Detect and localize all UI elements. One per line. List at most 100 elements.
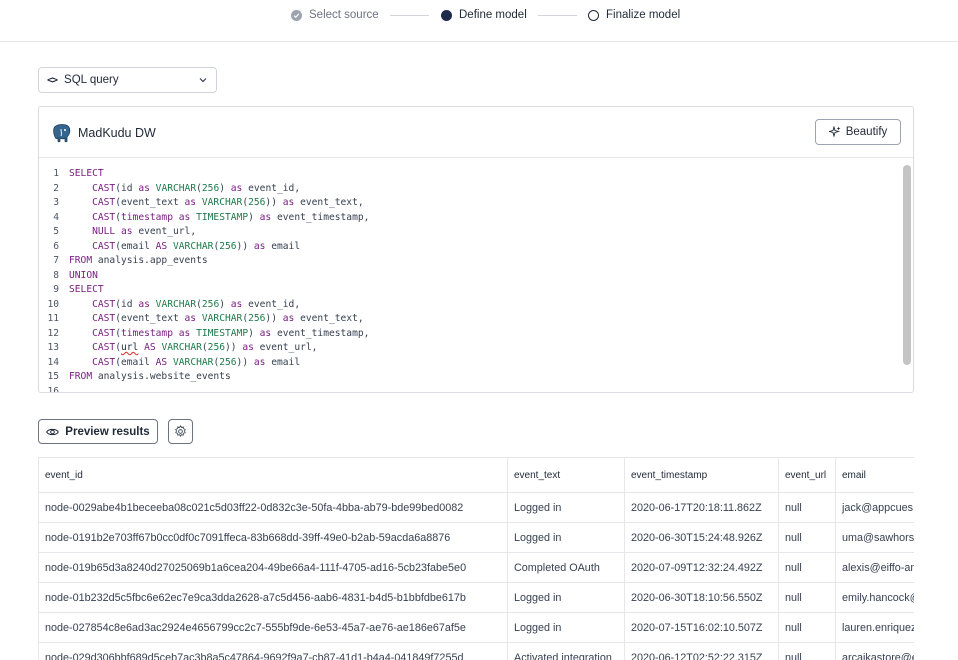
beautify-label: Beautify <box>845 126 888 138</box>
code-line[interactable]: 9 SELECT <box>39 283 901 298</box>
table-row: node-01b232d5c5fbc6e62ec7e9ca3dda2628-a7… <box>38 582 914 613</box>
preview-results-button[interactable]: Preview results <box>38 419 158 444</box>
code-token: TIMESTAMP <box>196 327 249 339</box>
code-token: (event_text <box>115 197 185 208</box>
query-mode-select[interactable]: <> SQL query <box>38 67 217 93</box>
code-content: CAST(id as VARCHAR(256) as event_id, <box>69 182 300 197</box>
code-content: CAST(url AS VARCHAR(256)) as event_url, <box>69 341 317 356</box>
code-token: VARCHAR <box>201 313 243 324</box>
code-content: CAST(event_text as VARCHAR(256)) as even… <box>69 196 364 211</box>
code-line[interactable]: 6 CAST(email AS VARCHAR(256)) as email <box>39 240 901 255</box>
chevron-down-icon <box>199 78 207 83</box>
code-token: 256 <box>219 240 237 252</box>
code-line[interactable]: 11 CAST(event_text as VARCHAR(256)) as e… <box>39 312 901 327</box>
results-table-container[interactable]: event_id event_text event_timestamp even… <box>38 457 914 660</box>
line-number: 2 <box>53 182 59 194</box>
step-finalize-model[interactable]: Finalize model <box>588 9 680 21</box>
line-number: 16 <box>47 385 59 393</box>
beautify-button[interactable]: Beautify <box>815 119 901 145</box>
line-number: 6 <box>53 240 59 252</box>
code-token: as <box>178 327 191 339</box>
code-token: (id <box>115 182 139 194</box>
code-token: ) <box>219 182 231 194</box>
code-content: CAST(event_text as VARCHAR(256)) as even… <box>69 312 364 327</box>
table-row: node-019b65d3a8240d27025069b1a6cea204-49… <box>38 552 914 583</box>
code-line[interactable]: 7 FROM analysis.app_events <box>39 254 901 269</box>
code-token: CAST <box>92 182 116 194</box>
code-token: UNION <box>69 269 98 281</box>
code-line[interactable]: 15 FROM analysis.website_events <box>39 370 901 385</box>
code-line[interactable]: 5 NULL as event_url, <box>39 225 901 240</box>
column-header-email[interactable]: email <box>835 457 914 493</box>
cell-event-timestamp: 2020-06-30T18:10:56.550Z <box>624 582 779 613</box>
step-label: Finalize model <box>606 9 681 21</box>
code-content: CAST(email AS VARCHAR(256)) as email <box>69 240 300 255</box>
stepper: Select source Define model Finalize mode… <box>0 0 958 42</box>
code-line[interactable]: 10 CAST(id as VARCHAR(256) as event_id, <box>39 298 901 313</box>
code-token: email <box>265 240 301 252</box>
code-line[interactable]: 4 CAST(timestamp as TIMESTAMP) as event_… <box>39 211 901 226</box>
code-content: SELECT <box>69 167 104 182</box>
column-header-event-url[interactable]: event_url <box>778 457 836 493</box>
code-token: ) <box>219 298 231 310</box>
step-define-model[interactable]: Define model <box>441 9 527 21</box>
code-token: CAST <box>92 197 116 208</box>
code-line[interactable]: 8 UNION <box>39 269 901 284</box>
code-line[interactable]: 1 SELECT <box>39 167 901 182</box>
code-token: analysis.app_events <box>92 255 208 266</box>
line-number: 13 <box>47 342 59 353</box>
code-token: CAST <box>92 327 116 339</box>
code-icon: <> <box>47 74 58 86</box>
eye-icon <box>46 428 60 435</box>
code-line[interactable]: 3 CAST(event_text as VARCHAR(256)) as ev… <box>39 196 901 211</box>
code-line[interactable]: 13 CAST(url AS VARCHAR(256)) as event_ur… <box>39 341 901 356</box>
code-token: (email <box>115 240 156 252</box>
line-number: 15 <box>47 371 59 382</box>
results-table: event_id event_text event_timestamp even… <box>38 457 914 660</box>
code-content: CAST(timestamp as TIMESTAMP) as event_ti… <box>69 211 369 226</box>
code-token: AS <box>144 342 156 353</box>
line-number: 9 <box>53 284 59 295</box>
cell-event-url: null <box>778 612 836 643</box>
column-header-event-timestamp[interactable]: event_timestamp <box>624 457 779 493</box>
line-number: 4 <box>53 211 59 223</box>
code-token: as <box>230 182 243 194</box>
cell-event-text: Logged in <box>507 612 625 643</box>
code-token: (id <box>115 298 139 310</box>
code-token: AS <box>155 240 168 252</box>
code-token: CAST <box>92 240 116 252</box>
code-token: )) <box>265 197 283 208</box>
column-header-event-text[interactable]: event_text <box>507 457 625 493</box>
code-line[interactable]: 14 CAST(email AS VARCHAR(256)) as email <box>39 356 901 371</box>
code-token: as <box>184 313 197 324</box>
code-token: event_id, <box>242 298 301 310</box>
code-line[interactable]: 12 CAST(timestamp as TIMESTAMP) as event… <box>39 327 901 342</box>
code-token: event_text, <box>294 197 364 208</box>
code-content: CAST(timestamp as TIMESTAMP) as event_ti… <box>69 327 369 342</box>
code-line[interactable]: 2 CAST(id as VARCHAR(256) as event_id, <box>39 182 901 197</box>
preview-results-label: Preview results <box>65 425 150 438</box>
code-line[interactable]: 16 <box>39 385 901 393</box>
table-row: node-0029abe4b1beceeba08c021c5d03ff22-0d… <box>38 492 914 523</box>
cell-event-text: Activated integration <box>507 642 625 660</box>
code-content: FROM analysis.website_events <box>69 370 231 385</box>
code-token: FROM <box>69 371 93 382</box>
query-mode-value: SQL query <box>64 74 119 86</box>
code-token: 256 <box>248 313 266 324</box>
step-select-source[interactable]: Select source <box>291 9 379 21</box>
cell-event-id: node-0191b2e703ff67b0cc0df0c7091ffeca-83… <box>38 522 508 553</box>
cell-event-timestamp: 2020-07-09T12:32:24.492Z <box>624 552 779 583</box>
sql-code-area[interactable]: 1 SELECT 2 CAST(id as VARCHAR(256) as even… <box>39 159 901 393</box>
cell-event-url: null <box>778 522 836 553</box>
code-token: TIMESTAMP <box>196 211 249 223</box>
code-token: NULL <box>92 226 116 237</box>
column-header-event-id[interactable]: event_id <box>38 457 508 493</box>
code-token: event_url, <box>253 342 318 353</box>
code-token: as <box>259 327 272 339</box>
code-token: (event_text <box>115 313 185 324</box>
editor-scrollbar[interactable] <box>903 165 911 365</box>
preview-settings-button[interactable] <box>168 419 193 444</box>
line-number: 5 <box>53 226 59 237</box>
code-token: AS <box>155 356 168 368</box>
